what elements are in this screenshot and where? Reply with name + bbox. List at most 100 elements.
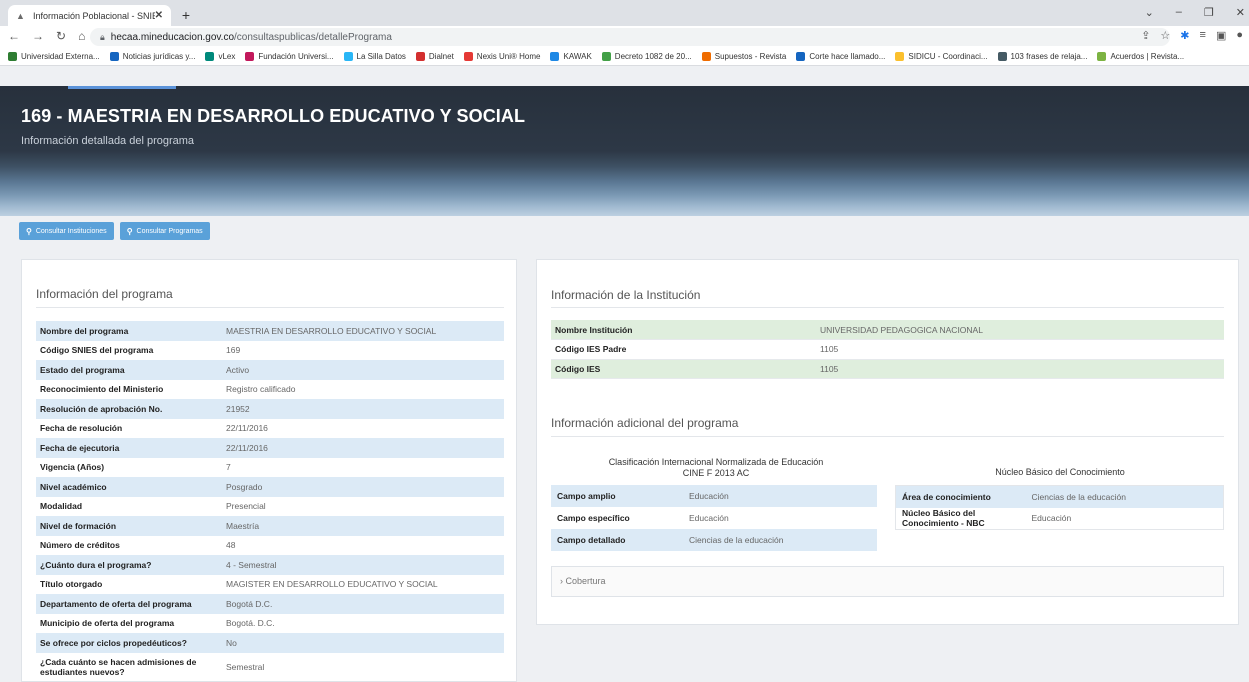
bookmark-favicon-icon (109, 52, 119, 61)
field-label: Campo específico (557, 513, 630, 523)
table-row: Área de conocimiento Ciencias de la educa… (895, 485, 1224, 508)
nbc-table: Área de conocimiento Ciencias de la educa… (895, 485, 1224, 530)
bookmark-label: Dialnet (428, 52, 454, 61)
table-row: Vigencia (Años) 7 (36, 457, 504, 477)
field-label: Resolución de aprobación No. (40, 403, 163, 414)
field-value: MAGISTER EN DESARROLLO EDUCATIVO Y SOCIA… (226, 579, 438, 590)
address-bar-row: ← → ↻ ⌂ 🔒︎ hecaa.mineducacion.gov.co/cons… (0, 26, 1249, 48)
bookmark-item[interactable]: SIDICU - Coordinaci... (895, 52, 988, 61)
field-value: 48 (226, 540, 236, 551)
action-buttons: ⚲ Consultar Instituciones ⚲ Consultar Pr… (19, 222, 210, 240)
table-row: Reconocimiento del Ministerio Registro ca… (36, 379, 504, 399)
cobertura-accordion[interactable]: › Cobertura (551, 566, 1224, 597)
forward-icon[interactable]: → (32, 29, 44, 43)
bookmark-item[interactable]: Nexis Uni® Home (463, 52, 541, 61)
field-label: Código SNIES del programa (40, 345, 154, 356)
field-label: Fecha de ejecutoria (40, 442, 120, 453)
bookmark-label: Acuerdos | Revista... (1110, 52, 1185, 61)
window-controls: ⌄ – ❐ ✕ (1145, 6, 1245, 19)
cine-table: Campo amplio Educación Campo específico Edu… (551, 485, 877, 551)
bookmark-favicon-icon (463, 52, 473, 61)
field-label: Nombre Institución (551, 320, 816, 340)
browser-tab[interactable]: ▲ Información Poblacional - SNIES ✕ (8, 5, 171, 26)
consultar-instituciones-label: Consultar Instituciones (35, 227, 107, 235)
bookmark-label: KAWAK (563, 52, 592, 61)
back-icon[interactable]: ← (8, 29, 20, 43)
consultar-programas-label: Consultar Programas (136, 227, 203, 235)
restore-icon[interactable]: ❐ (1204, 6, 1214, 19)
table-row: Fecha de resolución 22/11/2016 (36, 418, 504, 438)
field-label: Nivel de formación (40, 520, 117, 531)
table-row: Fecha de ejecutoria 22/11/2016 (36, 438, 504, 458)
new-tab-button[interactable]: + (177, 7, 195, 25)
field-label: Modalidad (40, 501, 83, 512)
table-row: Se ofrece por ciclos propedéuticos? No (36, 633, 504, 653)
nav-buttons: ← → ↻ ⌂ (8, 29, 85, 43)
bookmark-star-icon[interactable]: ☆ (1160, 29, 1170, 42)
close-tab-icon[interactable]: ✕ (155, 10, 163, 21)
institution-table: Nombre Institución UNIVERSIDAD PEDAGOGICA… (551, 320, 1224, 379)
field-label: Título otorgado (40, 579, 103, 590)
field-label: Fecha de resolución (40, 423, 123, 434)
bookmark-item[interactable]: 103 frases de relaja... (997, 52, 1087, 61)
field-label: Código IES (551, 359, 816, 379)
close-window-icon[interactable]: ✕ (1236, 6, 1245, 19)
field-label: Código IES Padre (551, 339, 816, 360)
table-row: Campo amplio Educación (551, 485, 877, 507)
profile-avatar[interactable]: ● (1236, 29, 1243, 42)
bookmark-item[interactable]: Noticias jurídicas y... (109, 52, 195, 61)
home-icon[interactable]: ⌂ (78, 29, 85, 43)
bookmark-item[interactable]: Corte hace llamado... (796, 52, 885, 61)
consultar-programas-button[interactable]: ⚲ Consultar Programas (119, 222, 210, 240)
table-row: Título otorgado MAGISTER EN DESARROLLO ED… (36, 574, 504, 594)
bookmark-favicon-icon (205, 52, 215, 61)
bookmark-item[interactable]: Acuerdos | Revista... (1097, 52, 1184, 61)
table-row: Modalidad Presencial (36, 496, 504, 516)
bookmark-item[interactable]: KAWAK (550, 52, 592, 61)
bookmark-item[interactable]: Universidad Externa... (8, 52, 100, 61)
bookmark-item[interactable]: Supuestos - Revista (701, 52, 786, 61)
field-label: Municipio de oferta del programa (40, 618, 175, 629)
reading-list-icon[interactable]: ≡ (1200, 29, 1206, 42)
tab-search-icon[interactable]: ⌄ (1145, 6, 1154, 19)
browser-tabstrip: ▲ Información Poblacional - SNIES ✕ + ⌄ … (0, 0, 1249, 26)
bookmark-label: La Silla Datos (356, 52, 406, 61)
field-value: Maestría (226, 520, 260, 531)
cine-header-line1: Clasificación Internacional Normalizada … (608, 457, 824, 467)
cine-header-line2: CINE F 2013 AC (682, 468, 750, 478)
field-value: 4 - Semestral (226, 559, 277, 570)
minimize-icon[interactable]: – (1176, 6, 1182, 19)
browser-toolbar: ⇪ ☆ ✱ ≡ ▣ ● (1141, 29, 1243, 42)
url-field[interactable]: 🔒︎ hecaa.mineducacion.gov.co/consultaspub… (90, 28, 1170, 46)
bookmark-item[interactable]: Fundación Universi... (245, 52, 334, 61)
side-panel-icon[interactable]: ▣ (1216, 29, 1226, 42)
consultar-instituciones-button[interactable]: ⚲ Consultar Instituciones (19, 222, 114, 240)
page-hero-banner: 169 - MAESTRIA EN DESARROLLO EDUCATIVO Y… (0, 86, 1249, 216)
field-label: Se ofrece por ciclos propedéuticos? (40, 637, 187, 648)
bookmark-item[interactable]: Dialnet (415, 52, 454, 61)
bookmark-label: Nexis Uni® Home (476, 52, 541, 61)
field-value: Bogotá. D.C. (226, 618, 275, 629)
bookmark-item[interactable]: La Silla Datos (343, 52, 406, 61)
bookmark-label: vLex (218, 52, 236, 61)
field-value: No (226, 637, 237, 648)
table-row: Número de créditos 48 (36, 535, 504, 555)
lock-icon: 🔒︎ (100, 32, 105, 42)
url-path: /consultaspublicas/detallePrograma (234, 32, 392, 43)
table-row: Núcleo Básico del Conocimiento - NBC Educ… (895, 507, 1224, 530)
bookmark-item[interactable]: Decreto 1082 de 20... (601, 52, 692, 61)
field-value: Bogotá D.C. (226, 598, 273, 609)
hero-accent-bar (68, 86, 176, 89)
field-value: Presencial (226, 501, 266, 512)
share-icon[interactable]: ⇪ (1141, 29, 1150, 42)
institution-title: Información de la Institución (551, 288, 701, 302)
table-row: Campo detallado Ciencias de la educación (551, 529, 877, 551)
field-value: Activo (226, 364, 250, 375)
table-row: Municipio de oferta del programa Bogotá. … (36, 613, 504, 633)
program-info-title: Información del programa (36, 287, 173, 301)
cine-header: Clasificación Internacional Normalizada … (551, 457, 881, 479)
extension-icon[interactable]: ✱ (1180, 29, 1189, 42)
field-label: Área de conocimiento (902, 491, 991, 502)
reload-icon[interactable]: ↻ (56, 29, 66, 43)
bookmark-item[interactable]: vLex (205, 52, 235, 61)
